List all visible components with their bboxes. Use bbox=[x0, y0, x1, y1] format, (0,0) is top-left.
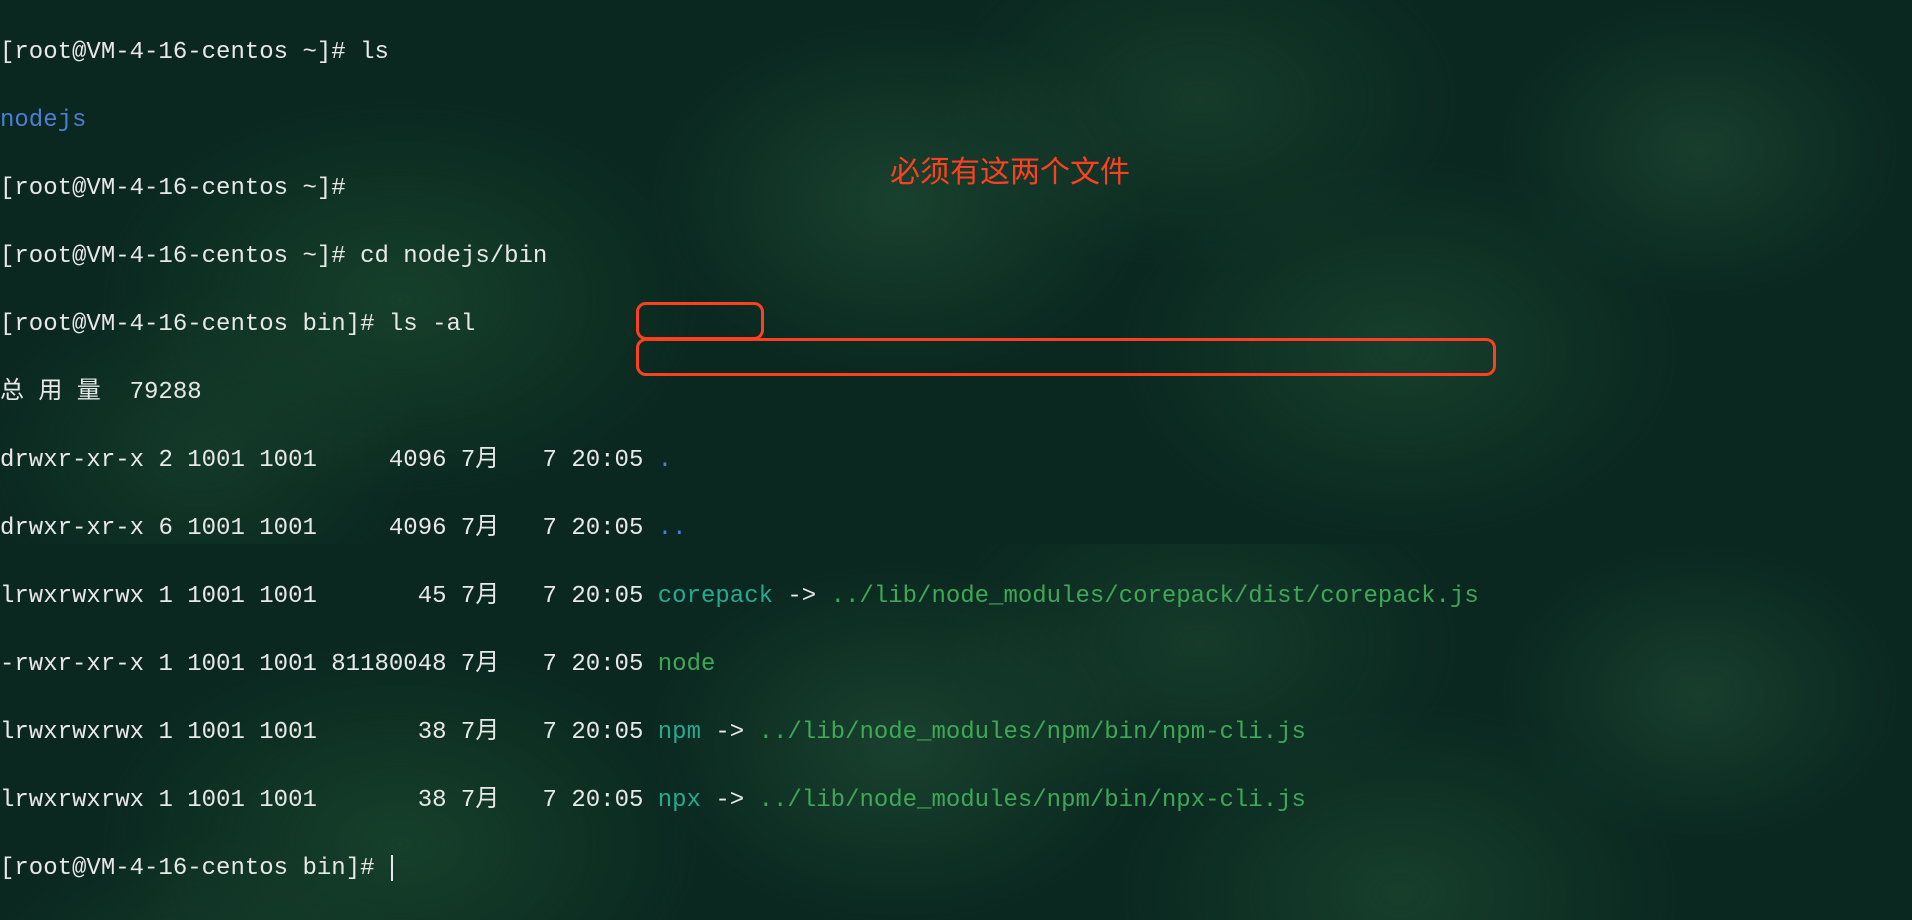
ls-row-dotdot: drwxr-xr-x 6 1001 1001 4096 7月 7 20:05 .… bbox=[0, 512, 1912, 546]
annotation-text: 必须有这两个文件 bbox=[890, 156, 1130, 190]
ls-result-nodejs: nodejs bbox=[0, 104, 1912, 138]
command-ls-al: ls -al bbox=[389, 311, 475, 338]
ls-row-corepack: lrwxrwxrwx 1 1001 1001 45 7月 7 20:05 cor… bbox=[0, 580, 1912, 614]
total-line: 总 用 量 79288 bbox=[0, 376, 1912, 410]
prompt-line-4: [root@VM-4-16-centos bin]# ls -al bbox=[0, 308, 1912, 342]
command-ls: ls bbox=[360, 39, 389, 66]
ls-row-dot: drwxr-xr-x 2 1001 1001 4096 7月 7 20:05 . bbox=[0, 444, 1912, 478]
command-cd: cd nodejs/bin bbox=[360, 243, 547, 270]
cursor bbox=[391, 855, 393, 881]
terminal-output[interactable]: [root@VM-4-16-centos ~]# ls nodejs [root… bbox=[0, 2, 1912, 920]
prompt-line-5: [root@VM-4-16-centos bin]# bbox=[0, 852, 1912, 886]
ls-row-node: -rwxr-xr-x 1 1001 1001 81180048 7月 7 20:… bbox=[0, 648, 1912, 682]
ls-row-npx: lrwxrwxrwx 1 1001 1001 38 7月 7 20:05 npx… bbox=[0, 784, 1912, 818]
prompt-line-1: [root@VM-4-16-centos ~]# ls bbox=[0, 36, 1912, 70]
prompt-line-3: [root@VM-4-16-centos ~]# cd nodejs/bin bbox=[0, 240, 1912, 274]
ls-row-npm: lrwxrwxrwx 1 1001 1001 38 7月 7 20:05 npm… bbox=[0, 716, 1912, 750]
